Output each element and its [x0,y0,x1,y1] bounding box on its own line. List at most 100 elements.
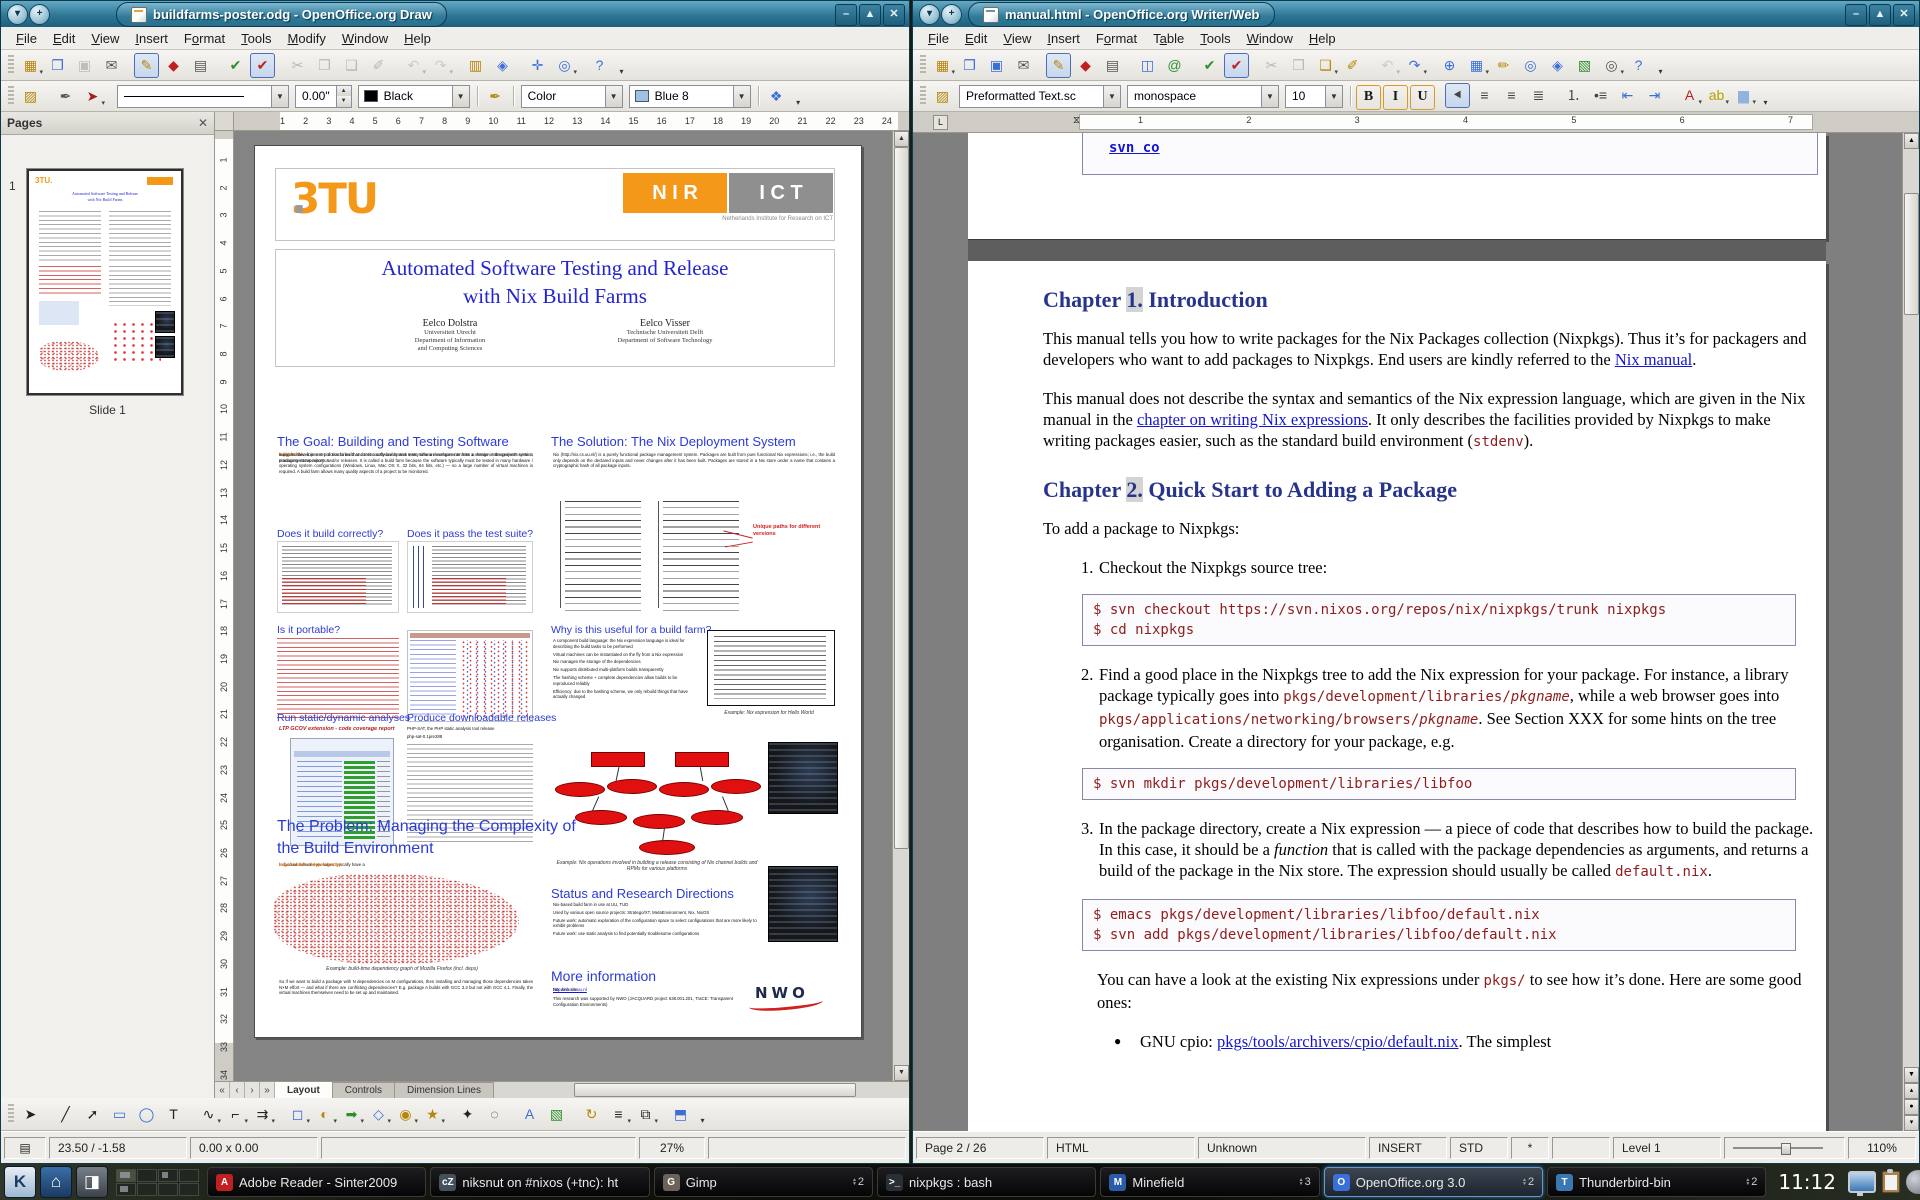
cut-icon[interactable]: ✂ [1259,53,1284,78]
basic-shapes-icon[interactable]: ◻▾ [285,1102,310,1127]
zoom-slider-thumb[interactable] [1781,1143,1791,1155]
task-adobe-reader[interactable]: AAdobe Reader - Sinter2009 [207,1167,426,1197]
background-color-icon[interactable]: ▆▾ [1731,83,1756,108]
fontwork-icon[interactable]: A [517,1102,542,1127]
chevron-down-icon[interactable]: ▼ [271,86,288,107]
block-arrows-icon[interactable]: ➡▾ [339,1102,364,1127]
draw-canvas[interactable]: 3TU. N I R I C T Netherlands Institute f… [234,131,892,1081]
k-menu-button[interactable]: K [4,1166,36,1198]
align-center-icon[interactable]: ≡ [1472,83,1497,108]
stars-icon[interactable]: ★▾ [420,1102,445,1127]
autospellcheck-icon[interactable]: ✔ [1224,53,1249,78]
styles-window-icon[interactable]: ▨ [930,84,955,109]
spellcheck-icon[interactable]: ✔ [223,53,248,78]
arrow-style-icon[interactable]: ➤▾ [80,84,105,109]
document-page-2[interactable]: Chapter 1. Introduction This manual tell… [968,261,1826,1131]
zoom-icon[interactable]: ◎▾ [552,53,577,78]
zoom-slider[interactable] [1733,1147,1823,1149]
toolbar-grip[interactable] [8,1104,14,1124]
menu-insert[interactable]: Insert [128,29,175,48]
page-thumbnail[interactable]: 3TU. Automated Software Testing and Rele… [27,169,183,395]
export-pdf-icon[interactable]: ◆ [1073,53,1098,78]
toolbar-grip[interactable] [920,86,926,106]
align-right-icon[interactable]: ≡ [1499,83,1524,108]
menu-help[interactable]: Help [1302,29,1343,48]
spin-down-icon[interactable]: ▼ [337,96,351,107]
navigator-icon[interactable]: ◈ [1545,53,1570,78]
window-menu-icon[interactable]: ▾ [919,4,940,25]
task-group-count[interactable]: ▲▼2 [1745,1176,1757,1188]
toolbar-overflow-icon[interactable]: ▾ [792,85,805,107]
bold-icon[interactable]: B [1356,85,1381,110]
cut-icon[interactable]: ✂ [285,53,310,78]
svn-link[interactable]: svn co [1109,140,1160,156]
writer-titlebar[interactable]: ▾ + manual.html - OpenOffice.org Writer/… [913,1,1919,27]
copy-icon[interactable]: ❒ [1286,53,1311,78]
paste-icon[interactable]: ❑▾ [1313,53,1338,78]
task-konversation[interactable]: cZniksnut on #nixos (+tnc): ht [430,1167,649,1197]
sticky-pin-icon[interactable]: + [941,4,962,25]
pages-panel-close-icon[interactable]: ✕ [198,116,208,130]
line-arrow-end-icon[interactable]: ➚ [80,1102,105,1127]
menu-help[interactable]: Help [397,29,438,48]
zoom-icon[interactable]: ◎▾ [1599,53,1624,78]
line-dialog-icon[interactable]: ▨ [18,84,43,109]
ellipse-icon[interactable]: ◯ [134,1102,159,1127]
lines-arrows-icon[interactable]: ⇉▾ [250,1102,275,1127]
tab-layout[interactable]: Layout [275,1082,333,1098]
zoom-pan-icon[interactable]: ✛ [525,53,550,78]
paragraph-style-select[interactable]: Preformatted Text.sc ▼ [959,85,1121,108]
display-settings-icon[interactable] [1848,1171,1876,1193]
format-paintbrush-icon[interactable]: ✐ [1340,53,1365,78]
arrange-icon[interactable]: ⧉▾ [633,1102,658,1127]
navigation-icon[interactable]: ● [1904,1099,1919,1115]
flowchart-icon[interactable]: ◇▾ [366,1102,391,1127]
menu-tools[interactable]: Tools [1193,29,1237,48]
menu-format[interactable]: Format [177,29,232,48]
font-name-select[interactable]: monospace ▼ [1127,85,1279,108]
pager-cell[interactable] [116,1169,136,1182]
text-icon[interactable]: T [161,1102,186,1127]
chevron-down-icon[interactable]: ▼ [733,86,750,107]
draw-vertical-scrollbar[interactable]: ▲ ▼ [892,131,909,1081]
toolbar-grip[interactable] [8,55,14,75]
link[interactable]: chapter on writing Nix expressions [1137,410,1368,429]
document-page-1[interactable]: svn co [968,133,1826,239]
tab-first-icon[interactable]: « [215,1082,230,1098]
rectangle-icon[interactable]: ▭ [107,1102,132,1127]
menu-insert[interactable]: Insert [1040,29,1087,48]
scroll-up-icon[interactable]: ▲ [894,131,909,147]
copy-icon[interactable]: ❒ [312,53,337,78]
poster-page[interactable]: 3TU. N I R I C T Netherlands Institute f… [254,145,862,1038]
task-group-count[interactable]: ▲▼2 [852,1176,864,1188]
pager-cell[interactable] [179,1169,199,1182]
tab-controls[interactable]: Controls [333,1082,395,1098]
menu-file[interactable]: File [9,29,44,48]
spellcheck-icon[interactable]: ✔ [1197,53,1222,78]
partial-tray-icon[interactable] [1906,1170,1920,1194]
minimize-button[interactable]: – [835,4,857,26]
menu-table[interactable]: Table [1146,29,1191,48]
toolbar-grip[interactable] [920,55,926,75]
draw-horizontal-scrollbar[interactable] [494,1082,909,1098]
chevron-down-icon[interactable]: ▼ [1325,86,1342,107]
new-document-icon[interactable]: ▦▾ [930,53,955,78]
close-button[interactable]: ✕ [883,4,905,26]
extrusion-icon[interactable]: ⬒ [668,1102,693,1127]
chevron-down-icon[interactable]: ▼ [452,86,469,107]
underline-icon[interactable]: U [1410,85,1435,110]
task-group-count[interactable]: ▲▼3 [1299,1176,1311,1188]
navigator-icon[interactable]: ◈ [490,53,515,78]
paste-icon[interactable]: ❑ [339,53,364,78]
highlight-color-icon[interactable]: ab▾ [1704,83,1729,108]
italic-icon[interactable]: I [1383,85,1408,110]
draw-titlebar[interactable]: ▾ + buildfarms-poster.odg - OpenOffice.o… [1,1,909,27]
save-icon[interactable]: ▣ [72,53,97,78]
link[interactable]: Nix manual [1615,350,1692,369]
writer-vertical-scrollbar[interactable]: ▲ ▼ ▴ ● ▾ [1902,133,1919,1131]
chevron-down-icon[interactable]: ▼ [605,86,622,107]
task-minefield[interactable]: MMinefield▲▼3 [1100,1167,1319,1197]
gallery-icon[interactable]: ▧ [1572,53,1597,78]
tab-dimension-lines[interactable]: Dimension Lines [395,1082,494,1098]
connector-icon[interactable]: ⌐▾ [223,1102,248,1127]
